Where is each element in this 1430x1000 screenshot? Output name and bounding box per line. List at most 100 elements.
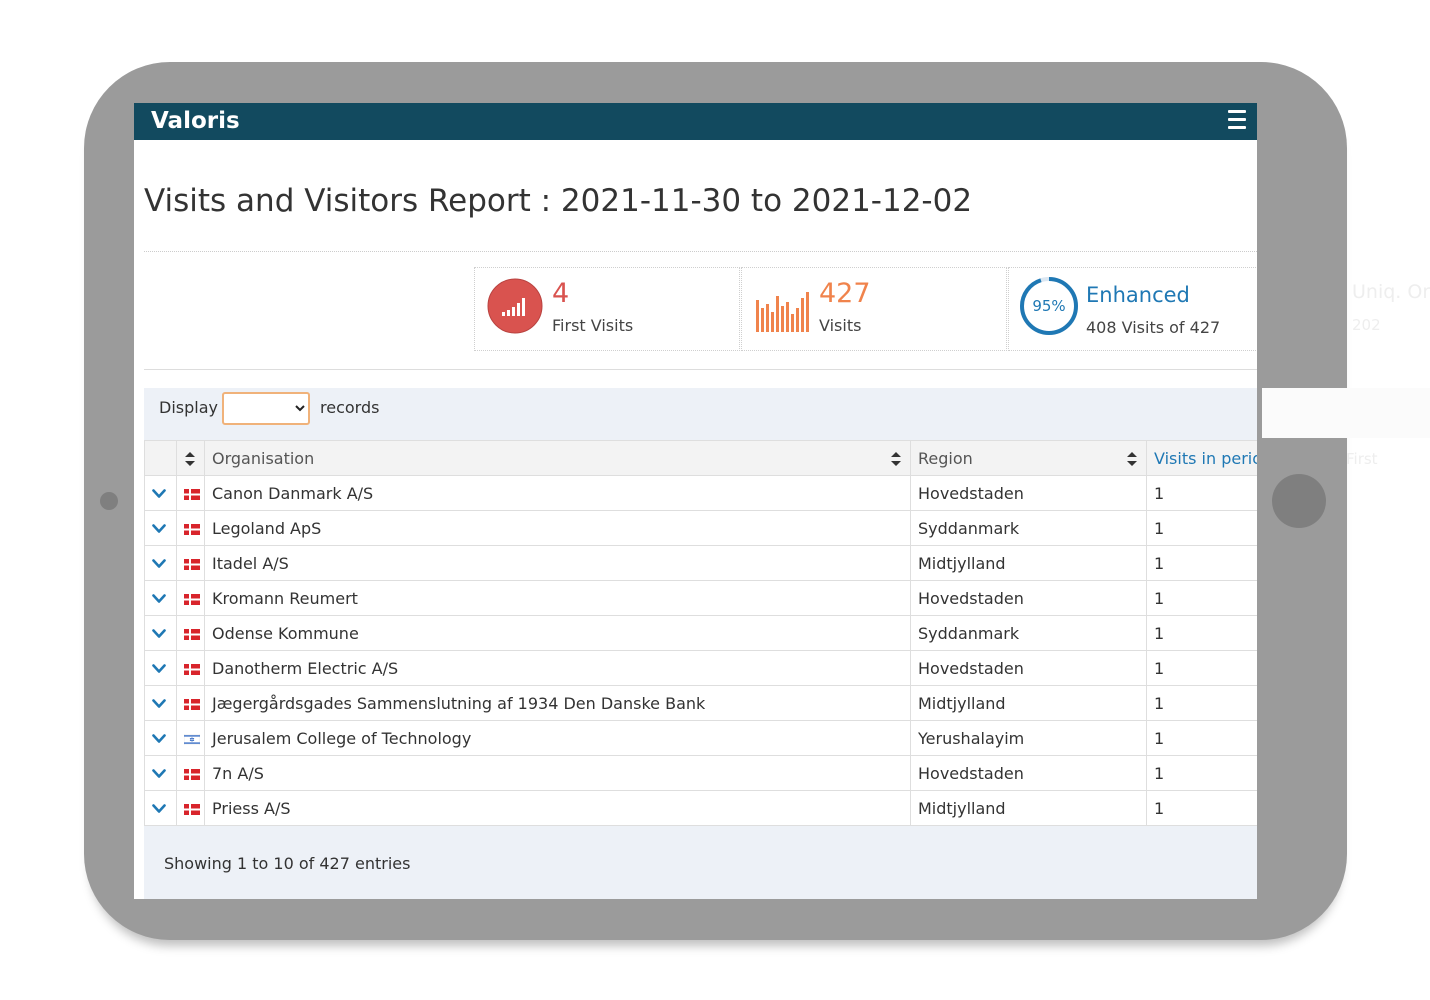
app-screen: Valoris Visits and Visitors Report : 202… [134, 103, 1257, 899]
flag-column-header[interactable] [176, 440, 205, 476]
organisation-cell: Jerusalem College of Technology [204, 720, 911, 756]
chevron-down-icon[interactable] [152, 523, 166, 534]
visits-cell: 1 [1146, 720, 1257, 756]
row-expand-toggle[interactable] [144, 720, 177, 756]
table-row[interactable]: Itadel A/S Midtjylland 1 [144, 545, 1257, 581]
stat-label: 408 Visits of 427 [1086, 318, 1221, 337]
page-length-select[interactable]: 10 [222, 392, 310, 425]
row-expand-toggle[interactable] [144, 790, 177, 826]
organisation-cell: Odense Kommune [204, 615, 911, 651]
israel-flag-icon [184, 733, 200, 745]
organisation-header-label: Organisation [212, 448, 315, 468]
denmark-flag-icon [184, 523, 200, 535]
table-row[interactable]: Jægergårdsgades Sammenslutning af 1934 D… [144, 685, 1257, 721]
divider [144, 251, 1257, 252]
chevron-down-icon[interactable] [152, 663, 166, 674]
organisation-cell: Priess A/S [204, 790, 911, 826]
table-row[interactable]: Kromann Reumert Hovedstaden 1 [144, 580, 1257, 616]
denmark-flag-icon [184, 488, 200, 500]
chevron-down-icon[interactable] [152, 803, 166, 814]
ring-percentage: 95% [1032, 297, 1065, 315]
table-row[interactable]: Canon Danmark A/S Hovedstaden 1 [144, 475, 1257, 511]
visits-cell: 1 [1146, 580, 1257, 616]
row-expand-toggle[interactable] [144, 755, 177, 791]
country-flag-cell [176, 685, 205, 721]
visits-column-header[interactable]: Visits in perio [1146, 440, 1257, 476]
chevron-down-icon[interactable] [152, 733, 166, 744]
row-expand-toggle[interactable] [144, 510, 177, 546]
sort-icon[interactable] [185, 452, 195, 466]
region-cell: Syddanmark [910, 615, 1147, 651]
visits-cell: 1 [1146, 545, 1257, 581]
denmark-flag-icon [184, 663, 200, 675]
organisation-cell: Canon Danmark A/S [204, 475, 911, 511]
table-row[interactable]: Danotherm Electric A/S Hovedstaden 1 [144, 650, 1257, 686]
signal-bars-icon [487, 278, 543, 334]
country-flag-cell [176, 755, 205, 791]
row-expand-toggle[interactable] [144, 615, 177, 651]
chevron-down-icon[interactable] [152, 698, 166, 709]
display-label: Display [159, 398, 218, 417]
region-cell: Midtjylland [910, 685, 1147, 721]
country-flag-cell [176, 650, 205, 686]
table-row[interactable]: Jerusalem College of Technology Yerushala… [144, 720, 1257, 756]
stat-visits: 427 Visits [741, 267, 1007, 351]
sort-icon[interactable] [1127, 452, 1137, 466]
row-expand-toggle[interactable] [144, 475, 177, 511]
chevron-down-icon[interactable] [152, 768, 166, 779]
chevron-down-icon[interactable] [152, 628, 166, 639]
table-header-row: Organisation Region Visits in perio [144, 440, 1257, 476]
chevron-down-icon[interactable] [152, 593, 166, 604]
hamburger-menu-icon[interactable] [1228, 110, 1246, 132]
home-button[interactable] [1272, 474, 1326, 528]
stat-value: 4 [552, 278, 570, 309]
region-column-header[interactable]: Region [910, 440, 1147, 476]
visits-cell: 1 [1146, 615, 1257, 651]
organisation-column-header[interactable]: Organisation [204, 440, 911, 476]
region-cell: Hovedstaden [910, 475, 1147, 511]
visits-cell: 1 [1146, 685, 1257, 721]
chevron-down-icon[interactable] [152, 488, 166, 499]
denmark-flag-icon [184, 558, 200, 570]
country-flag-cell [176, 790, 205, 826]
region-cell: Midtjylland [910, 790, 1147, 826]
stat-value[interactable]: Enhanced [1086, 283, 1190, 307]
visits-cell: 1 [1146, 755, 1257, 791]
table-row[interactable]: Priess A/S Midtjylland 1 [144, 790, 1257, 826]
organisation-cell: Danotherm Electric A/S [204, 650, 911, 686]
denmark-flag-icon [184, 593, 200, 605]
organisations-table: Organisation Region Visits in perio Cano… [144, 440, 1257, 826]
records-label: records [320, 398, 380, 417]
stat-label: Visits [819, 316, 862, 335]
stat-label: First Visits [552, 316, 634, 335]
chevron-down-icon[interactable] [152, 558, 166, 569]
row-expand-toggle[interactable] [144, 545, 177, 581]
organisation-cell: 7n A/S [204, 755, 911, 791]
offscreen-stat-title: Uniq. Or [1352, 281, 1430, 303]
region-cell: Hovedstaden [910, 650, 1147, 686]
organisation-cell: Jægergårdsgades Sammenslutning af 1934 D… [204, 685, 911, 721]
denmark-flag-icon [184, 803, 200, 815]
table-row[interactable]: Legoland ApS Syddanmark 1 [144, 510, 1257, 546]
table-panel: Display 10 records Organisation [144, 388, 1257, 899]
row-expand-toggle[interactable] [144, 580, 177, 616]
region-cell: Hovedstaden [910, 755, 1147, 791]
region-header-label: Region [918, 448, 973, 468]
table-row[interactable]: 7n A/S Hovedstaden 1 [144, 755, 1257, 791]
organisation-cell: Itadel A/S [204, 545, 911, 581]
denmark-flag-icon [184, 698, 200, 710]
visits-cell: 1 [1146, 790, 1257, 826]
table-info: Showing 1 to 10 of 427 entries [164, 854, 411, 873]
denmark-flag-icon [184, 628, 200, 640]
row-expand-toggle[interactable] [144, 685, 177, 721]
country-flag-cell [176, 615, 205, 651]
row-expand-toggle[interactable] [144, 650, 177, 686]
table-row[interactable]: Odense Kommune Syddanmark 1 [144, 615, 1257, 651]
sort-icon[interactable] [891, 452, 901, 466]
offscreen-stat-value: 202 [1352, 316, 1381, 334]
country-flag-cell [176, 580, 205, 616]
divider [144, 369, 1257, 370]
region-cell: Yerushalayim [910, 720, 1147, 756]
brand-logo[interactable]: Valoris [151, 108, 240, 134]
region-cell: Syddanmark [910, 510, 1147, 546]
